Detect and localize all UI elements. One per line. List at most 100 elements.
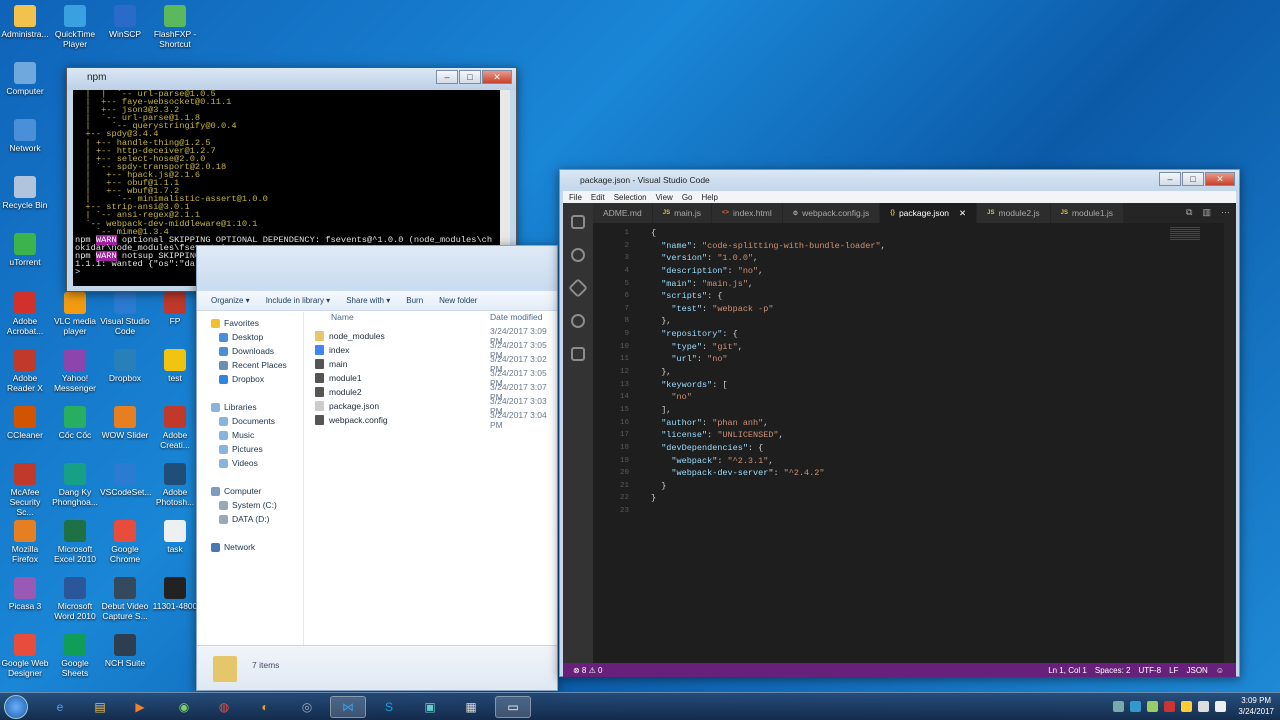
vscode-titlebar[interactable]: package.json - Visual Studio Code – □ ✕ xyxy=(560,170,1239,192)
menu-item[interactable]: View xyxy=(656,193,673,202)
file-explorer-icon[interactable]: ▤ xyxy=(82,696,118,718)
tray-volume-icon[interactable] xyxy=(1198,701,1209,712)
file-row[interactable]: webpack.config 3/24/2017 3:04 PM xyxy=(315,410,550,430)
date-column-header[interactable]: Date modified xyxy=(490,312,542,322)
nav-item[interactable]: Computer xyxy=(211,486,261,496)
firefox-icon[interactable]: ◐ xyxy=(247,696,283,718)
desktop-shortcut[interactable]: Google Chrome xyxy=(100,520,150,564)
desktop-shortcut[interactable]: Google Sheets xyxy=(50,634,100,678)
desktop-shortcut[interactable]: test xyxy=(150,349,200,383)
desktop-shortcut[interactable]: Visual Studio Code xyxy=(100,292,150,336)
desktop-shortcut[interactable]: FlashFXP - Shortcut xyxy=(150,5,200,49)
desktop-shortcut[interactable]: VLC media player xyxy=(50,292,100,336)
status-item[interactable]: LF xyxy=(1169,666,1178,675)
name-column-header[interactable]: Name xyxy=(331,312,354,322)
tray-dropbox-icon[interactable] xyxy=(1130,701,1141,712)
desktop-shortcut[interactable]: Recycle Bin xyxy=(0,176,50,210)
desktop-shortcut[interactable]: uTorrent xyxy=(0,233,50,267)
vscode-window[interactable]: package.json - Visual Studio Code – □ ✕ … xyxy=(559,169,1240,677)
desktop-shortcut[interactable]: NCH Suite xyxy=(100,634,150,668)
nav-item[interactable]: Libraries xyxy=(211,402,257,412)
desktop-shortcut[interactable]: Debut Video Capture S... xyxy=(100,577,150,621)
internet-explorer-icon[interactable]: e xyxy=(42,696,78,718)
tray-mcafee-icon[interactable] xyxy=(1164,701,1175,712)
toolbar-button[interactable]: New folder xyxy=(439,296,477,305)
file-explorer-window[interactable]: Organize ▾ Include in library ▾ Share with… xyxy=(196,245,558,691)
nav-item[interactable]: Downloads xyxy=(219,346,274,356)
desktop-shortcut[interactable]: task xyxy=(150,520,200,554)
search-icon[interactable] xyxy=(571,248,585,262)
editor-tab[interactable]: JS module2.js xyxy=(977,203,1051,223)
editor-tab[interactable]: ⚙ webpack.config.js xyxy=(782,203,881,223)
nav-item[interactable]: System (C:) xyxy=(219,500,277,510)
toolbar-button[interactable]: Share with ▾ xyxy=(346,296,390,305)
menu-item[interactable]: Help xyxy=(701,193,717,202)
nav-item[interactable]: Network xyxy=(211,542,255,552)
putty-icon[interactable]: ▣ xyxy=(412,696,448,718)
toolbar-button[interactable]: Burn xyxy=(406,296,423,305)
editor-scrollbar[interactable] xyxy=(1224,223,1236,663)
nav-item[interactable]: Desktop xyxy=(219,332,263,342)
desktop-shortcut[interactable]: Picasa 3 xyxy=(0,577,50,611)
menu-item[interactable]: Selection xyxy=(614,193,647,202)
desktop-shortcut[interactable]: Administra... xyxy=(0,5,50,39)
desktop-shortcut[interactable]: Cốc Cốc xyxy=(50,406,100,440)
nav-item[interactable]: Music xyxy=(219,430,254,440)
skype-icon[interactable]: S xyxy=(371,696,407,718)
toolbar-button[interactable]: Organize ▾ xyxy=(211,296,250,305)
problems-indicator[interactable]: ⊗ 8 ⚠ 0 xyxy=(573,666,602,675)
debug-icon[interactable] xyxy=(571,314,585,328)
desktop-shortcut[interactable]: Yahoo! Messenger xyxy=(50,349,100,393)
desktop-shortcut[interactable]: Microsoft Excel 2010 xyxy=(50,520,100,564)
nav-item[interactable]: Dropbox xyxy=(219,374,264,384)
status-item[interactable]: Ln 1, Col 1 xyxy=(1048,666,1087,675)
tray-flag-icon[interactable] xyxy=(1215,701,1226,712)
desktop-shortcut[interactable]: Adobe Acrobat... xyxy=(0,292,50,336)
toolbar-button[interactable]: Include in library ▾ xyxy=(266,296,331,305)
editor-tab[interactable]: <> index.html xyxy=(712,203,783,223)
minimap[interactable] xyxy=(1170,227,1200,241)
desktop-shortcut[interactable]: FP xyxy=(150,292,200,326)
command-prompt-taskbar-icon[interactable]: ▭ xyxy=(495,696,531,718)
minimize-button[interactable]: – xyxy=(1159,172,1181,186)
capture-icon[interactable]: ▦ xyxy=(453,696,489,718)
status-item[interactable]: ☺ xyxy=(1216,666,1224,675)
desktop-shortcut[interactable]: Adobe Creati... xyxy=(150,406,200,450)
status-item[interactable]: Spaces: 2 xyxy=(1095,666,1131,675)
close-tab-icon[interactable]: ✕ xyxy=(959,208,966,219)
clock[interactable]: 3:09 PM 3/24/2017 xyxy=(1238,695,1274,717)
menu-item[interactable]: Go xyxy=(682,193,693,202)
npm-titlebar[interactable]: npm – □ ✕ xyxy=(67,68,516,90)
tray-yahoo-icon[interactable] xyxy=(1181,701,1192,712)
desktop-shortcut[interactable]: Microsoft Word 2010 xyxy=(50,577,100,621)
maximize-button[interactable]: □ xyxy=(459,70,481,84)
tray-utorrent-icon[interactable] xyxy=(1147,701,1158,712)
editor-tab[interactable]: ADME.md xyxy=(593,203,653,223)
desktop-shortcut[interactable]: CCleaner xyxy=(0,406,50,440)
desktop-shortcut[interactable]: Network xyxy=(0,119,50,153)
tray-network-icon[interactable] xyxy=(1113,701,1124,712)
close-button[interactable]: ✕ xyxy=(482,70,512,84)
nav-item[interactable]: Videos xyxy=(219,458,258,468)
desktop-shortcut[interactable]: Google Web Designer xyxy=(0,634,50,678)
close-button[interactable]: ✕ xyxy=(1205,172,1235,186)
status-item[interactable]: JSON xyxy=(1186,666,1207,675)
code-editor[interactable]: 1{2 "name": "code-splitting-with-bundle-… xyxy=(593,227,1193,517)
desktop-shortcut[interactable]: WOW Slider xyxy=(100,406,150,440)
coccoc-icon[interactable]: ◉ xyxy=(166,696,202,718)
desktop-shortcut[interactable]: Adobe Photosh... xyxy=(150,463,200,507)
desktop-shortcut[interactable]: Dropbox xyxy=(100,349,150,383)
split-editor-icon[interactable]: ▥ xyxy=(1202,207,1211,218)
media-player-icon[interactable]: ▶ xyxy=(122,696,158,718)
menu-item[interactable]: File xyxy=(569,193,582,202)
network-tool-icon[interactable]: ◎ xyxy=(289,696,325,718)
nav-item[interactable]: Documents xyxy=(219,416,275,426)
desktop-shortcut[interactable]: QuickTime Player xyxy=(50,5,100,49)
chrome-icon[interactable]: ◍ xyxy=(206,696,242,718)
desktop-shortcut[interactable]: McAfee Security Sc... xyxy=(0,463,50,517)
extensions-icon[interactable] xyxy=(571,347,585,361)
explorer-icon[interactable] xyxy=(571,215,585,229)
nav-item[interactable]: Recent Places xyxy=(219,360,287,370)
desktop-shortcut[interactable]: 11301-4800 xyxy=(150,577,200,611)
nav-item[interactable]: DATA (D:) xyxy=(219,514,269,524)
